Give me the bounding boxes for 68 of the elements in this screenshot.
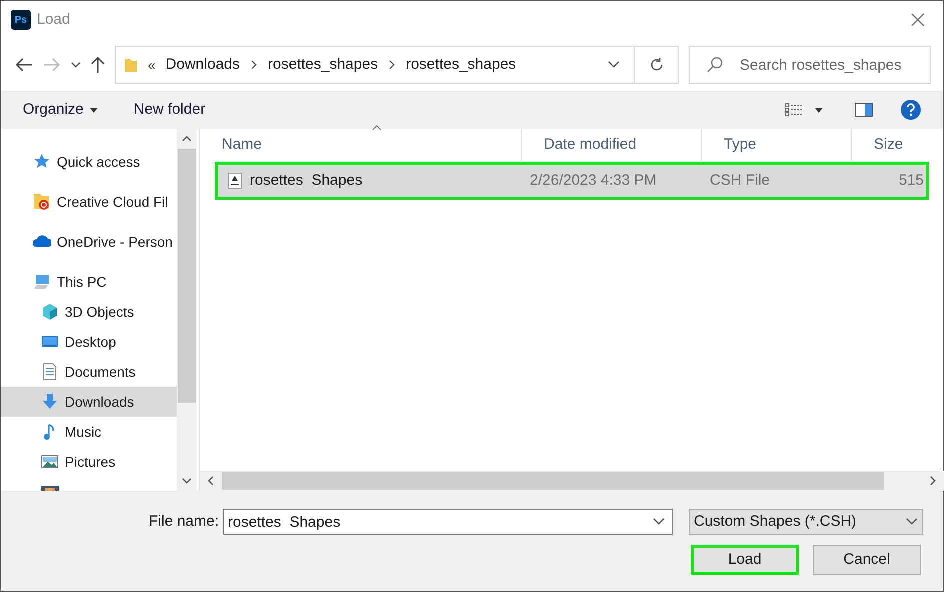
- chevron-right-icon: [250, 60, 258, 70]
- file-name-label: File name:: [149, 512, 220, 532]
- sidebar-item[interactable]: Quick access: [1, 147, 177, 177]
- search-field[interactable]: Search rosettes_shapes: [689, 46, 931, 84]
- folder-icon: [124, 57, 138, 73]
- load-button[interactable]: Load: [691, 545, 799, 575]
- download-icon: [41, 393, 59, 411]
- up-arrow-icon[interactable]: [91, 56, 105, 74]
- sidebar-item[interactable]: This PC: [1, 267, 177, 297]
- caret-icon: [90, 108, 98, 112]
- file-type-dropdown[interactable]: Custom Shapes (*.CSH): [689, 509, 923, 535]
- refresh-icon: [648, 57, 664, 73]
- breadcrumb[interactable]: rosettes_shapes: [268, 54, 378, 76]
- sidebar-item[interactable]: OneDrive - Person: [1, 227, 177, 257]
- shape-file-icon: [228, 173, 242, 189]
- sidebar-item[interactable]: Documents: [1, 357, 177, 387]
- overflow-chevrons[interactable]: «: [148, 54, 156, 76]
- new-folder-button[interactable]: New folder: [134, 98, 206, 122]
- sidebar-item[interactable]: Creative Cloud Fil: [1, 187, 177, 217]
- search-icon: [707, 57, 723, 73]
- pictures-icon: [41, 453, 59, 471]
- size-cell-text: 515: [898, 170, 925, 191]
- file-name-field[interactable]: rosettes Shapes: [223, 509, 673, 535]
- cancel-button[interactable]: Cancel: [813, 545, 921, 575]
- chevron-down-icon[interactable]: [653, 518, 665, 526]
- breadcrumb[interactable]: Downloads: [166, 54, 240, 76]
- file-row[interactable]: rosettes Shapes 2/26/2023 4:33 PM CSH File 515: [218, 165, 926, 197]
- column-header[interactable]: Size: [852, 129, 944, 161]
- pc-icon: [33, 273, 51, 291]
- chevron-down-icon[interactable]: [71, 61, 81, 69]
- chevron-down-icon: [906, 518, 918, 526]
- sidebar-item[interactable]: Downloads: [1, 387, 177, 417]
- star-icon: [33, 153, 51, 171]
- app-logo: Ps: [11, 10, 31, 30]
- document-icon: [41, 363, 59, 381]
- cube-icon: [41, 303, 59, 321]
- address-field[interactable]: « Downloads rosettes_shapes rosettes_shapes: [115, 46, 635, 84]
- cloudfolder-icon: [33, 193, 51, 211]
- chevron-down-icon[interactable]: [608, 61, 620, 69]
- back-arrow-icon[interactable]: [15, 58, 33, 72]
- file-name: rosettes Shapes: [250, 170, 363, 191]
- scrollbar-thumb[interactable]: [222, 472, 884, 490]
- help-icon[interactable]: [901, 100, 921, 120]
- chevron-right-icon: [388, 60, 396, 70]
- close-icon: [911, 13, 925, 27]
- horizontal-scrollbar[interactable]: [200, 471, 944, 491]
- type-cell-text: CSH File: [709, 170, 772, 191]
- sidebar-item[interactable]: Pictures: [1, 447, 177, 477]
- chevron-down-icon[interactable]: [182, 478, 192, 484]
- column-header[interactable]: Name: [200, 129, 522, 161]
- column-header[interactable]: Type: [702, 129, 852, 161]
- refresh-button[interactable]: [635, 46, 679, 84]
- chevron-up-icon[interactable]: [182, 136, 192, 142]
- chevron-right-icon[interactable]: [930, 476, 936, 486]
- chevron-left-icon[interactable]: [208, 476, 214, 486]
- breadcrumb[interactable]: rosettes_shapes: [406, 54, 516, 76]
- column-header[interactable]: Date modified: [522, 129, 702, 161]
- sidebar-item[interactable]: 3D Objects: [1, 297, 177, 327]
- view-options-button[interactable]: [785, 103, 823, 117]
- sidebar-item[interactable]: Music: [1, 417, 177, 447]
- sidebar-item[interactable]: Desktop: [1, 327, 177, 357]
- date-cell-text: 2/26/2023 4:33 PM: [529, 170, 658, 191]
- organize-menu[interactable]: Organize: [23, 98, 98, 122]
- list-view-icon: [785, 103, 803, 117]
- preview-pane-icon[interactable]: [855, 103, 873, 117]
- scrollbar-thumb[interactable]: [178, 149, 196, 403]
- caret-icon: [815, 108, 823, 112]
- window-title: Load: [37, 10, 70, 30]
